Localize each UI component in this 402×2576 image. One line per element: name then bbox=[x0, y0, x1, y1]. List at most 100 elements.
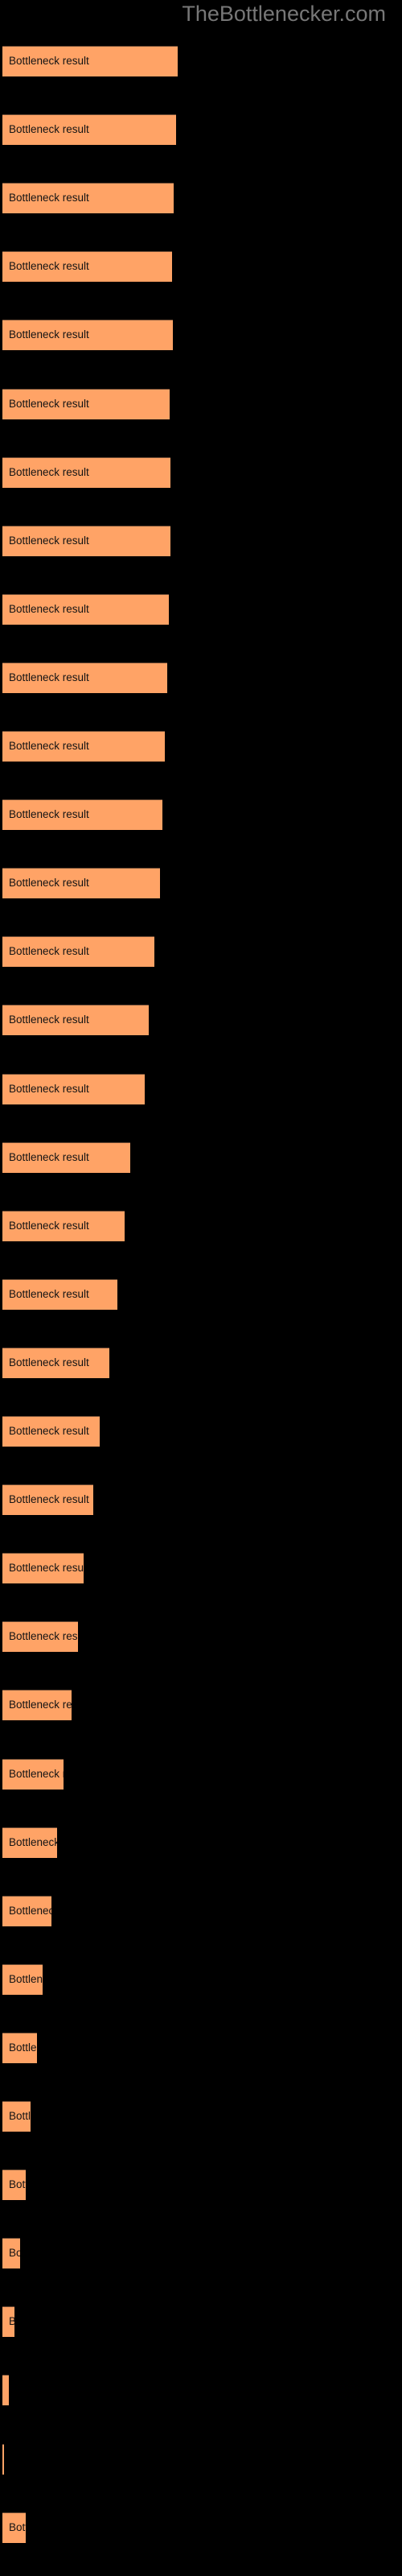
bar-clip: Bottleneck result bbox=[2, 183, 174, 213]
bar-segment[interactable] bbox=[2, 183, 174, 213]
bar-segment[interactable] bbox=[2, 1896, 51, 1926]
bar-segment[interactable] bbox=[2, 251, 172, 282]
site-watermark: TheBottlenecker.com bbox=[182, 2, 386, 26]
bar-clip: Bottleneck result bbox=[2, 1964, 43, 1995]
bar-row[interactable]: Bottleneck result bbox=[0, 320, 402, 350]
bar-segment[interactable] bbox=[2, 799, 162, 830]
bar-segment[interactable] bbox=[2, 46, 178, 76]
bar-segment[interactable] bbox=[2, 1074, 145, 1104]
bar-row[interactable]: Bottleneck result bbox=[0, 1348, 402, 1378]
bar-segment[interactable] bbox=[2, 1690, 72, 1720]
bar-clip: Bottleneck result bbox=[2, 457, 170, 488]
bar-segment[interactable] bbox=[2, 1553, 84, 1583]
bar-row[interactable]: Bottleneck result bbox=[0, 526, 402, 556]
bar-clip: Bottleneck result bbox=[2, 320, 173, 350]
bar-clip: Bottleneck result bbox=[2, 1896, 51, 1926]
bar-row[interactable]: Bottleneck result bbox=[0, 2306, 402, 2337]
bottleneck-bar-chart: TheBottlenecker.com Bottleneck result Bot… bbox=[0, 0, 402, 2576]
bar-row[interactable]: Bottleneck result bbox=[0, 663, 402, 693]
bar-segment[interactable] bbox=[2, 868, 160, 898]
bar-row[interactable]: Bottleneck result bbox=[0, 1484, 402, 1515]
bar-clip: Bottleneck result bbox=[2, 1348, 109, 1378]
bar-row[interactable]: Bottleneck result bbox=[0, 1416, 402, 1447]
bar-segment[interactable] bbox=[2, 114, 176, 145]
bar-clip: Bottleneck result bbox=[2, 1759, 64, 1790]
bar-row[interactable]: Bottleneck result bbox=[0, 1759, 402, 1790]
bar-row[interactable]: Bottleneck result bbox=[0, 1964, 402, 1995]
bar-clip: Bottleneck result bbox=[2, 251, 172, 282]
bar-row[interactable]: Bottleneck result bbox=[0, 936, 402, 967]
bar-row[interactable]: Bottleneck result bbox=[0, 1211, 402, 1241]
bar-clip: Bottleneck result bbox=[2, 1074, 145, 1104]
bar-segment[interactable] bbox=[2, 457, 170, 488]
bar-row[interactable]: Bottleneck result bbox=[0, 799, 402, 830]
bar-segment[interactable] bbox=[2, 320, 173, 350]
bar-row[interactable]: Bottleneck result bbox=[0, 731, 402, 762]
bar-clip: Bottleneck result bbox=[2, 2512, 26, 2543]
bar-row[interactable]: Bottleneck result bbox=[0, 1827, 402, 1858]
bar-segment[interactable] bbox=[2, 2512, 26, 2543]
bar-clip: Bottleneck result bbox=[2, 731, 165, 762]
bar-row[interactable]: Bottleneck result bbox=[0, 389, 402, 419]
bar-segment[interactable] bbox=[2, 2169, 26, 2200]
bar-row[interactable]: Bottleneck result bbox=[0, 114, 402, 145]
bar-clip: Bottleneck result bbox=[2, 2444, 4, 2475]
bar-row[interactable]: Bottleneck result bbox=[0, 1553, 402, 1583]
bar-clip: Bottleneck result bbox=[2, 2169, 26, 2200]
bar-segment[interactable] bbox=[2, 2306, 14, 2337]
bar-row[interactable]: Bottleneck result bbox=[0, 183, 402, 213]
bar-clip: Bottleneck result bbox=[2, 799, 162, 830]
bar-row[interactable]: Bottleneck result bbox=[0, 2169, 402, 2200]
bar-segment[interactable] bbox=[2, 389, 170, 419]
bar-row[interactable]: Bottleneck result bbox=[0, 2444, 402, 2475]
bar-segment[interactable] bbox=[2, 1621, 78, 1652]
bar-segment[interactable] bbox=[2, 2033, 37, 2063]
bar-segment[interactable] bbox=[2, 2375, 9, 2405]
bar-segment[interactable] bbox=[2, 1416, 100, 1447]
bar-row[interactable]: Bottleneck result bbox=[0, 2101, 402, 2132]
bar-row[interactable]: Bottleneck result bbox=[0, 251, 402, 282]
bar-clip: Bottleneck result bbox=[2, 2238, 20, 2268]
bar-segment[interactable] bbox=[2, 731, 165, 762]
bar-segment[interactable] bbox=[2, 1348, 109, 1378]
bar-segment[interactable] bbox=[2, 526, 170, 556]
bar-row[interactable]: Bottleneck result bbox=[0, 1005, 402, 1035]
bar-row[interactable]: Bottleneck result bbox=[0, 1621, 402, 1652]
bar-segment[interactable] bbox=[2, 1827, 57, 1858]
bar-segment[interactable] bbox=[2, 2444, 4, 2475]
bar-segment[interactable] bbox=[2, 1759, 64, 1790]
bar-segment[interactable] bbox=[2, 2101, 31, 2132]
bar-row[interactable]: Bottleneck result bbox=[0, 2512, 402, 2543]
bar-clip: Bottleneck result bbox=[2, 389, 170, 419]
bar-row[interactable]: Bottleneck result bbox=[0, 1074, 402, 1104]
bar-segment[interactable] bbox=[2, 1005, 149, 1035]
bar-row[interactable]: Bottleneck result bbox=[0, 868, 402, 898]
bar-segment[interactable] bbox=[2, 1484, 93, 1515]
bar-segment[interactable] bbox=[2, 594, 169, 625]
bar-clip: Bottleneck result bbox=[2, 1621, 78, 1652]
bar-clip: Bottleneck result bbox=[2, 1827, 57, 1858]
bar-clip: Bottleneck result bbox=[2, 2101, 31, 2132]
bar-segment[interactable] bbox=[2, 1964, 43, 1995]
bar-row[interactable]: Bottleneck result bbox=[0, 1896, 402, 1926]
bar-clip: Bottleneck result bbox=[2, 1484, 93, 1515]
bar-segment[interactable] bbox=[2, 2238, 20, 2268]
bar-segment[interactable] bbox=[2, 1279, 117, 1310]
bar-clip: Bottleneck result bbox=[2, 2033, 37, 2063]
bar-segment[interactable] bbox=[2, 1211, 125, 1241]
bar-segment[interactable] bbox=[2, 663, 167, 693]
bar-clip: Bottleneck result bbox=[2, 1279, 117, 1310]
bar-row[interactable]: Bottleneck result bbox=[0, 46, 402, 76]
bar-row[interactable]: Bottleneck result bbox=[0, 1690, 402, 1720]
bar-row[interactable]: Bottleneck result bbox=[0, 594, 402, 625]
bar-row[interactable]: Bottleneck result bbox=[0, 1279, 402, 1310]
bar-clip: Bottleneck result bbox=[2, 663, 167, 693]
bar-row[interactable]: Bottleneck result bbox=[0, 2238, 402, 2268]
bar-row[interactable]: Bottleneck result bbox=[0, 457, 402, 488]
bar-clip: Bottleneck result bbox=[2, 46, 178, 76]
bar-segment[interactable] bbox=[2, 1142, 130, 1173]
bar-row[interactable]: Bottleneck result bbox=[0, 2375, 402, 2405]
bar-row[interactable]: Bottleneck result bbox=[0, 2033, 402, 2063]
bar-row[interactable]: Bottleneck result bbox=[0, 1142, 402, 1173]
bar-segment[interactable] bbox=[2, 936, 154, 967]
